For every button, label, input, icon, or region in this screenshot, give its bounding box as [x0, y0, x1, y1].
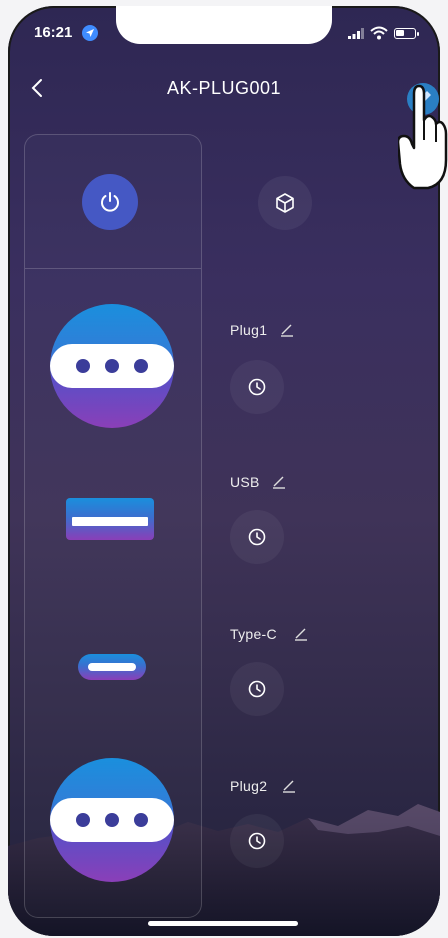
usb-label: USB: [230, 474, 260, 490]
battery-icon: [394, 28, 419, 39]
plug2-timer-button[interactable]: [230, 814, 284, 868]
type-c-port-graphic: [78, 654, 146, 680]
plug1-timer-button[interactable]: [230, 360, 284, 414]
location-arrow-icon: [82, 25, 98, 41]
clock-icon: [248, 832, 266, 850]
clock-icon: [248, 680, 266, 698]
plug2-label: Plug2: [230, 778, 268, 794]
home-indicator: [148, 921, 298, 926]
pencil-icon[interactable]: [280, 323, 294, 337]
pencil-icon[interactable]: [282, 779, 296, 793]
scene-button[interactable]: [258, 176, 312, 230]
pencil-icon[interactable]: [294, 627, 308, 641]
plug1-label: Plug1: [230, 322, 268, 338]
pencil-icon[interactable]: [272, 475, 286, 489]
clock-icon: [248, 528, 266, 546]
signal-icon: [348, 28, 364, 39]
type-c-timer-button[interactable]: [230, 662, 284, 716]
phone-screen: 16:21 AK-PLUG001 Plug1 USB Type-C Plug2: [8, 6, 440, 936]
type-c-label: Type-C: [230, 626, 277, 642]
panel-divider: [25, 268, 201, 269]
clock-icon: [248, 378, 266, 396]
usb-timer-button[interactable]: [230, 510, 284, 564]
status-time: 16:21: [34, 24, 73, 41]
usb-port-graphic: [66, 498, 154, 540]
tap-hand-icon: [398, 84, 448, 190]
status-bar: 16:21: [8, 24, 440, 44]
power-button[interactable]: [82, 174, 138, 230]
power-icon: [101, 192, 119, 212]
wifi-icon: [370, 26, 388, 40]
cube-icon: [276, 193, 294, 213]
plug2-outlet-graphic: [50, 758, 174, 882]
page-title: AK-PLUG001: [166, 78, 282, 98]
plug1-outlet-graphic: [50, 304, 174, 428]
